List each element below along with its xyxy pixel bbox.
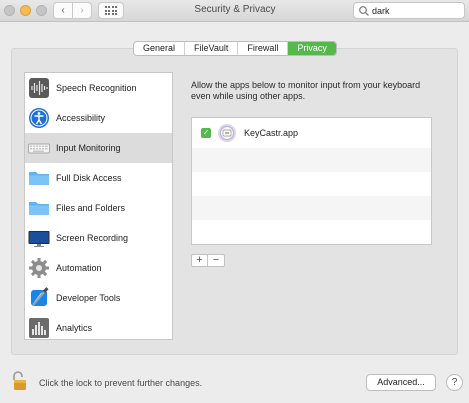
sidebar-item-label: Developer Tools	[56, 293, 121, 303]
gear-icon	[29, 258, 49, 278]
sidebar-item-label: Speech Recognition	[56, 83, 137, 93]
search-icon	[359, 6, 369, 16]
zoom-window-button[interactable]	[36, 5, 47, 16]
input-monitoring-description: Allow the apps below to monitor input fr…	[191, 80, 421, 101]
sidebar-item-label: Screen Recording	[56, 233, 129, 243]
sidebar-item-input-monitoring[interactable]: Input Monitoring	[25, 133, 172, 163]
add-app-button[interactable]: +	[192, 255, 208, 266]
search-input[interactable]	[372, 4, 460, 17]
waveform-icon	[29, 78, 49, 98]
keycastr-app-icon	[218, 124, 236, 142]
folder-icon	[29, 172, 49, 185]
help-button[interactable]: ?	[446, 374, 463, 391]
accessibility-icon	[29, 108, 49, 128]
empty-row	[192, 196, 431, 220]
privacy-category-list: Speech Recognition Accessibility Input M…	[24, 72, 173, 340]
sidebar-item-screen-recording[interactable]: Screen Recording	[25, 223, 172, 253]
sidebar-item-accessibility[interactable]: Accessibility	[25, 103, 172, 133]
keyboard-icon	[28, 143, 50, 154]
search-field[interactable]	[353, 2, 465, 19]
display-icon	[28, 231, 50, 247]
tab-filevault[interactable]: FileVault	[185, 42, 239, 55]
chevron-right-icon: ›	[80, 5, 84, 16]
chevron-left-icon: ‹	[61, 5, 65, 16]
close-window-button[interactable]	[4, 5, 15, 16]
folder-icon	[29, 202, 49, 215]
sidebar-item-developer-tools[interactable]: Developer Tools	[25, 283, 172, 313]
sidebar-item-speech-recognition[interactable]: Speech Recognition	[25, 73, 172, 103]
sidebar-item-label: Files and Folders	[56, 203, 126, 213]
minimize-window-button[interactable]	[20, 5, 31, 16]
sidebar-item-label: Automation	[56, 263, 102, 273]
back-button[interactable]: ‹	[53, 2, 73, 19]
sidebar-item-full-disk-access[interactable]: Full Disk Access	[25, 163, 172, 193]
window-title: Security & Privacy	[194, 4, 276, 15]
sidebar-item-files-and-folders[interactable]: Files and Folders	[25, 193, 172, 223]
lock-hint-text: Click the lock to prevent further change…	[39, 378, 203, 388]
tab-firewall[interactable]: Firewall	[238, 42, 289, 55]
app-enabled-checkbox[interactable]: ✓	[201, 128, 211, 138]
forward-button[interactable]: ›	[72, 2, 92, 19]
sidebar-item-automation[interactable]: Automation	[25, 253, 172, 283]
title-bar: ‹ › Security & Privacy	[0, 0, 469, 22]
list-item[interactable]: ✓ KeyCastr.app	[192, 118, 431, 148]
sidebar-item-label: Full Disk Access	[56, 173, 122, 183]
sidebar-item-label: Accessibility	[56, 113, 106, 123]
sidebar-item-analytics[interactable]: Analytics	[25, 313, 172, 339]
sidebar-item-label: Input Monitoring	[56, 143, 121, 153]
empty-row	[192, 148, 431, 172]
app-list: ✓ KeyCastr.app	[191, 117, 432, 245]
app-name: KeyCastr.app	[244, 128, 299, 138]
add-remove-control: + −	[191, 254, 225, 267]
sidebar-item-label: Analytics	[56, 323, 93, 333]
grid-icon	[104, 6, 118, 15]
empty-row	[192, 172, 431, 196]
tab-bar: General FileVault Firewall Privacy	[133, 41, 337, 56]
bar-chart-icon	[29, 318, 49, 338]
advanced-button[interactable]: Advanced...	[366, 374, 436, 391]
empty-row	[192, 220, 431, 244]
unlocked-lock-icon[interactable]	[11, 371, 27, 391]
tab-privacy[interactable]: Privacy	[288, 42, 336, 55]
show-all-button[interactable]	[98, 2, 124, 19]
xcode-icon	[31, 287, 49, 306]
remove-app-button[interactable]: −	[208, 255, 224, 266]
tab-general[interactable]: General	[134, 42, 186, 55]
